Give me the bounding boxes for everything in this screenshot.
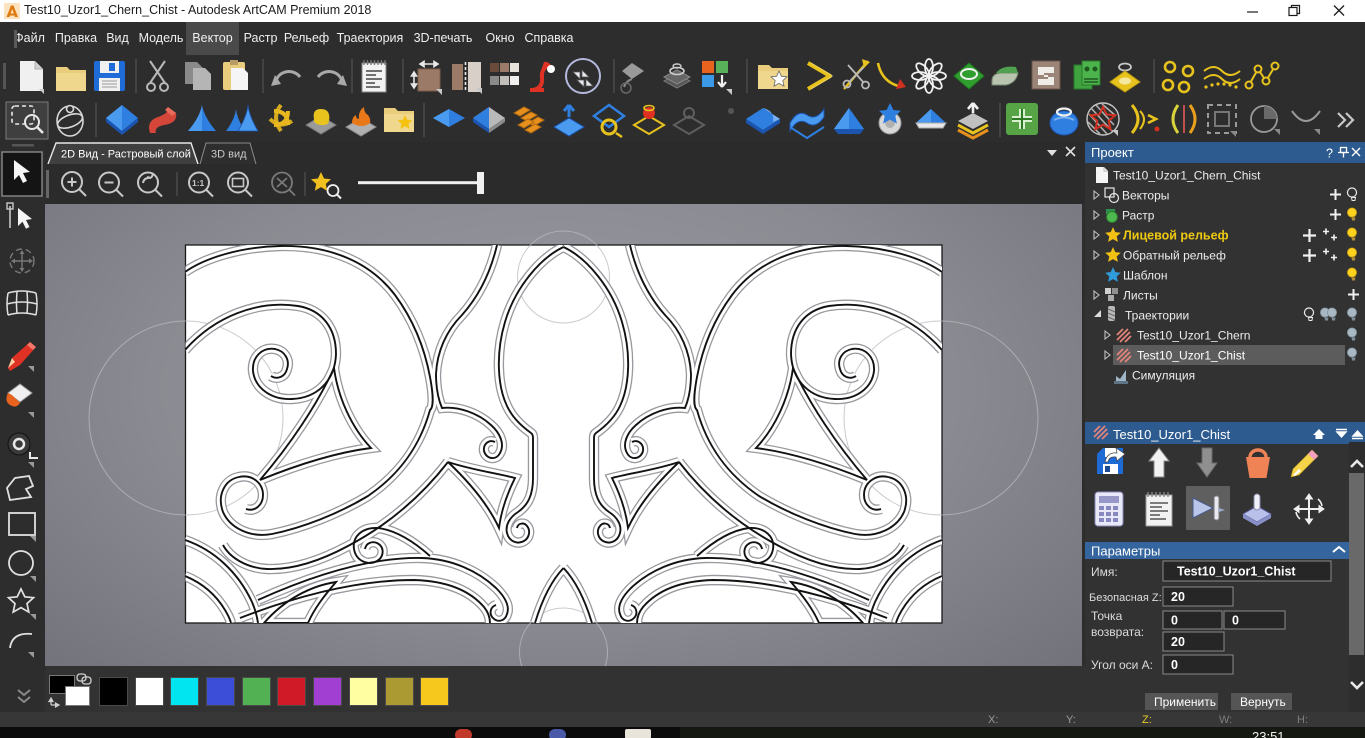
svg-text:Test10_Uzor1_Chern: Test10_Uzor1_Chern [1137, 329, 1250, 343]
svg-text:Имя:: Имя: [1091, 565, 1118, 579]
svg-text:Шаблон: Шаблон [1123, 269, 1167, 283]
svg-text:Листы: Листы [1123, 289, 1158, 303]
svg-text:Параметры: Параметры [1091, 544, 1160, 559]
svg-text:?: ? [1326, 147, 1333, 161]
svg-text:Test10_Uzor1_Chist: Test10_Uzor1_Chist [1113, 427, 1230, 442]
svg-text:0: 0 [1232, 614, 1239, 628]
svg-text:Вернуть: Вернуть [1240, 695, 1286, 709]
svg-text:возврата:: возврата: [1091, 625, 1144, 639]
svg-text:20: 20 [1171, 635, 1185, 649]
svg-text:Test10_Uzor1_Chern_Chist: Test10_Uzor1_Chern_Chist [1113, 169, 1261, 183]
svg-text:Растр: Растр [1122, 209, 1155, 223]
svg-text:Угол оси А:: Угол оси А: [1091, 658, 1153, 672]
svg-text:Лицевой рельеф: Лицевой рельеф [1123, 229, 1229, 243]
svg-text:Точка: Точка [1091, 609, 1123, 623]
svg-text:Применить: Применить [1154, 695, 1216, 709]
svg-text:1:1: 1:1 [192, 178, 205, 188]
svg-text:Безопасная Z:: Безопасная Z: [1089, 592, 1162, 604]
svg-text:Test10_Uzor1_Chist: Test10_Uzor1_Chist [1137, 349, 1246, 363]
svg-text:Обратный рельеф: Обратный рельеф [1123, 249, 1226, 263]
svg-text:Траектории: Траектории [1125, 309, 1189, 323]
svg-text:Симуляция: Симуляция [1132, 369, 1195, 383]
svg-text:Test10_Uzor1_Chist: Test10_Uzor1_Chist [1177, 565, 1296, 579]
svg-text:0: 0 [1171, 614, 1178, 628]
svg-text:Векторы: Векторы [1122, 189, 1169, 203]
svg-text:0: 0 [1171, 658, 1178, 672]
svg-text:20: 20 [1171, 590, 1185, 604]
svg-text:Проект: Проект [1091, 145, 1134, 160]
svg-text:2D Вид - Растровый слой: 2D Вид - Растровый слой [61, 149, 191, 161]
svg-text:3D вид: 3D вид [211, 149, 247, 161]
